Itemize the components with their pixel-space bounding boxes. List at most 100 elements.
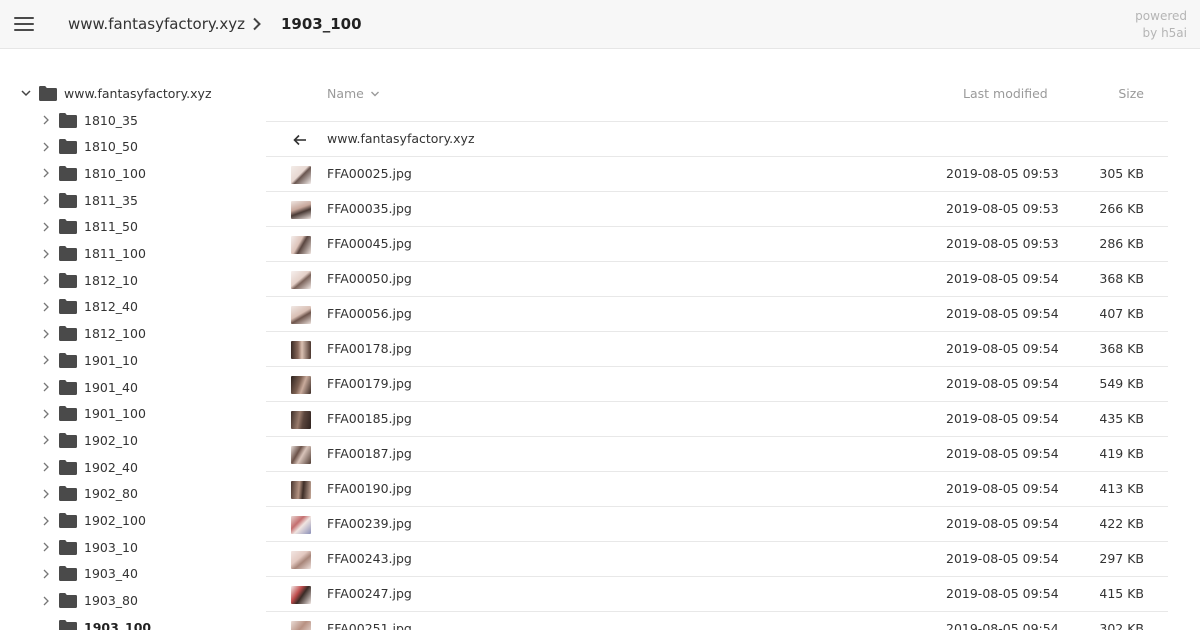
tree-item-1902_100[interactable]: 1902_100: [39, 508, 146, 534]
folder-icon: [59, 326, 77, 342]
folder-tree: www.fantasyfactory.xyz 1810_35 1810_50 1810…: [0, 49, 260, 630]
file-row[interactable]: FFA00025.jpg 2019-08-05 09:53 305 KB: [266, 156, 1168, 191]
tree-item-1901_10[interactable]: 1901_10: [39, 347, 138, 373]
tree-item-1903_40[interactable]: 1903_40: [39, 561, 138, 587]
file-modified: 2019-08-05 09:54: [946, 411, 1059, 426]
chevron-right-icon[interactable]: [39, 567, 53, 581]
image-thumbnail: [291, 376, 311, 394]
image-thumbnail: [291, 411, 311, 429]
tree-item-label: 1901_100: [84, 406, 146, 422]
tree-item-1810_50[interactable]: 1810_50: [39, 134, 138, 160]
tree-item-1903_10[interactable]: 1903_10: [39, 534, 138, 560]
file-modified: 2019-08-05 09:54: [946, 271, 1059, 286]
image-thumbnail: [291, 446, 311, 464]
chevron-right-icon[interactable]: [39, 300, 53, 314]
tree-item-1811_100[interactable]: 1811_100: [39, 241, 146, 267]
tree-item-1903_100[interactable]: 1903_100: [39, 614, 151, 630]
tree-item-1901_40[interactable]: 1901_40: [39, 374, 138, 400]
folder-icon: [59, 432, 77, 448]
chevron-right-icon[interactable]: [39, 460, 53, 474]
chevron-right-icon[interactable]: [39, 540, 53, 554]
tree-item-label: 1903_100: [84, 619, 152, 630]
chevron-right-icon[interactable]: [39, 353, 53, 367]
chevron-right-icon[interactable]: [39, 113, 53, 127]
file-row[interactable]: FFA00179.jpg 2019-08-05 09:54 549 KB: [266, 366, 1168, 401]
tree-item-label: 1902_10: [84, 432, 138, 448]
file-size: 415 KB: [1099, 586, 1144, 601]
image-thumbnail: [291, 481, 311, 499]
breadcrumb-root[interactable]: www.fantasyfactory.xyz: [68, 15, 245, 33]
parent-folder-row[interactable]: www.fantasyfactory.xyz: [266, 121, 1168, 156]
top-bar: www.fantasyfactory.xyz 1903_100 powered …: [0, 0, 1200, 49]
column-header-size[interactable]: Size: [1118, 86, 1144, 101]
tree-item-1810_100[interactable]: 1810_100: [39, 160, 146, 186]
file-row[interactable]: FFA00239.jpg 2019-08-05 09:54 422 KB: [266, 506, 1168, 541]
chevron-right-icon[interactable]: [39, 220, 53, 234]
tree-item-label: 1811_50: [84, 219, 138, 235]
chevron-right-icon[interactable]: [39, 514, 53, 528]
chevron-right-icon[interactable]: [39, 327, 53, 341]
file-modified: 2019-08-05 09:53: [946, 201, 1059, 216]
file-row[interactable]: FFA00178.jpg 2019-08-05 09:54 368 KB: [266, 331, 1168, 366]
file-name: FFA00179.jpg: [327, 376, 412, 391]
tree-item-1812_10[interactable]: 1812_10: [39, 267, 138, 293]
tree-item-1811_35[interactable]: 1811_35: [39, 187, 138, 213]
file-row[interactable]: FFA00247.jpg 2019-08-05 09:54 415 KB: [266, 576, 1168, 611]
tree-item-label: 1903_80: [84, 593, 138, 609]
file-row[interactable]: FFA00050.jpg 2019-08-05 09:54 368 KB: [266, 261, 1168, 296]
tree-item-1903_80[interactable]: 1903_80: [39, 588, 138, 614]
file-row[interactable]: FFA00035.jpg 2019-08-05 09:53 266 KB: [266, 191, 1168, 226]
chevron-right-icon[interactable]: [39, 166, 53, 180]
tree-item-1812_100[interactable]: 1812_100: [39, 321, 146, 347]
file-row[interactable]: FFA00185.jpg 2019-08-05 09:54 435 KB: [266, 401, 1168, 436]
chevron-right-icon[interactable]: [39, 487, 53, 501]
tree-item-1901_100[interactable]: 1901_100: [39, 401, 146, 427]
hamburger-menu-icon[interactable]: [14, 16, 34, 32]
chevron-right-icon[interactable]: [39, 594, 53, 608]
tree-item-1812_40[interactable]: 1812_40: [39, 294, 138, 320]
tree-item-label: 1902_40: [84, 459, 138, 475]
file-name: FFA00050.jpg: [327, 271, 412, 286]
chevron-down-icon[interactable]: [19, 86, 33, 100]
column-header-name[interactable]: Name: [327, 86, 380, 101]
file-size: 368 KB: [1099, 271, 1144, 286]
file-size: 435 KB: [1099, 411, 1144, 426]
chevron-right-icon[interactable]: [39, 247, 53, 261]
tree-root-folder[interactable]: www.fantasyfactory.xyz: [19, 80, 212, 106]
chevron-right-icon[interactable]: [39, 380, 53, 394]
file-name: FFA00025.jpg: [327, 166, 412, 181]
folder-icon: [59, 246, 77, 261]
chevron-right-icon[interactable]: [39, 433, 53, 447]
file-row[interactable]: FFA00187.jpg 2019-08-05 09:54 419 KB: [266, 436, 1168, 471]
chevron-right-icon[interactable]: [39, 140, 53, 154]
tree-item-1902_40[interactable]: 1902_40: [39, 454, 138, 480]
file-size: 266 KB: [1099, 201, 1144, 216]
chevron-right-icon[interactable]: [39, 273, 53, 287]
tree-item-label: 1901_10: [84, 352, 138, 368]
tree-item-1902_10[interactable]: 1902_10: [39, 427, 138, 453]
tree-item-1810_35[interactable]: 1810_35: [39, 107, 138, 133]
file-name: FFA00243.jpg: [327, 551, 412, 566]
file-row[interactable]: FFA00251.jpg 2019-08-05 09:54 302 KB: [266, 611, 1168, 630]
breadcrumb-current[interactable]: 1903_100: [281, 15, 362, 33]
file-row[interactable]: FFA00056.jpg 2019-08-05 09:54 407 KB: [266, 296, 1168, 331]
tree-item-1811_50[interactable]: 1811_50: [39, 214, 138, 240]
file-size: 302 KB: [1099, 621, 1144, 630]
tree-item-label: 1902_80: [84, 486, 138, 502]
column-header-modified[interactable]: Last modified: [963, 86, 1048, 101]
tree-item-label: 1901_40: [84, 379, 138, 395]
folder-icon: [59, 219, 77, 235]
tree-item-label: 1811_35: [84, 192, 138, 208]
folder-icon: [59, 272, 77, 288]
file-row[interactable]: FFA00243.jpg 2019-08-05 09:54 297 KB: [266, 541, 1168, 576]
tree-item-label: 1810_35: [84, 112, 138, 128]
file-modified: 2019-08-05 09:54: [946, 586, 1059, 601]
tree-item-label: 1812_10: [84, 272, 138, 288]
chevron-right-icon[interactable]: [39, 407, 53, 421]
file-row[interactable]: FFA00190.jpg 2019-08-05 09:54 413 KB: [266, 471, 1168, 506]
file-row[interactable]: FFA00045.jpg 2019-08-05 09:53 286 KB: [266, 226, 1168, 261]
tree-item-1902_80[interactable]: 1902_80: [39, 481, 138, 507]
powered-by-credit[interactable]: powered by h5ai: [1107, 8, 1187, 42]
chevron-right-icon[interactable]: [39, 193, 53, 207]
file-name: FFA00178.jpg: [327, 341, 412, 356]
